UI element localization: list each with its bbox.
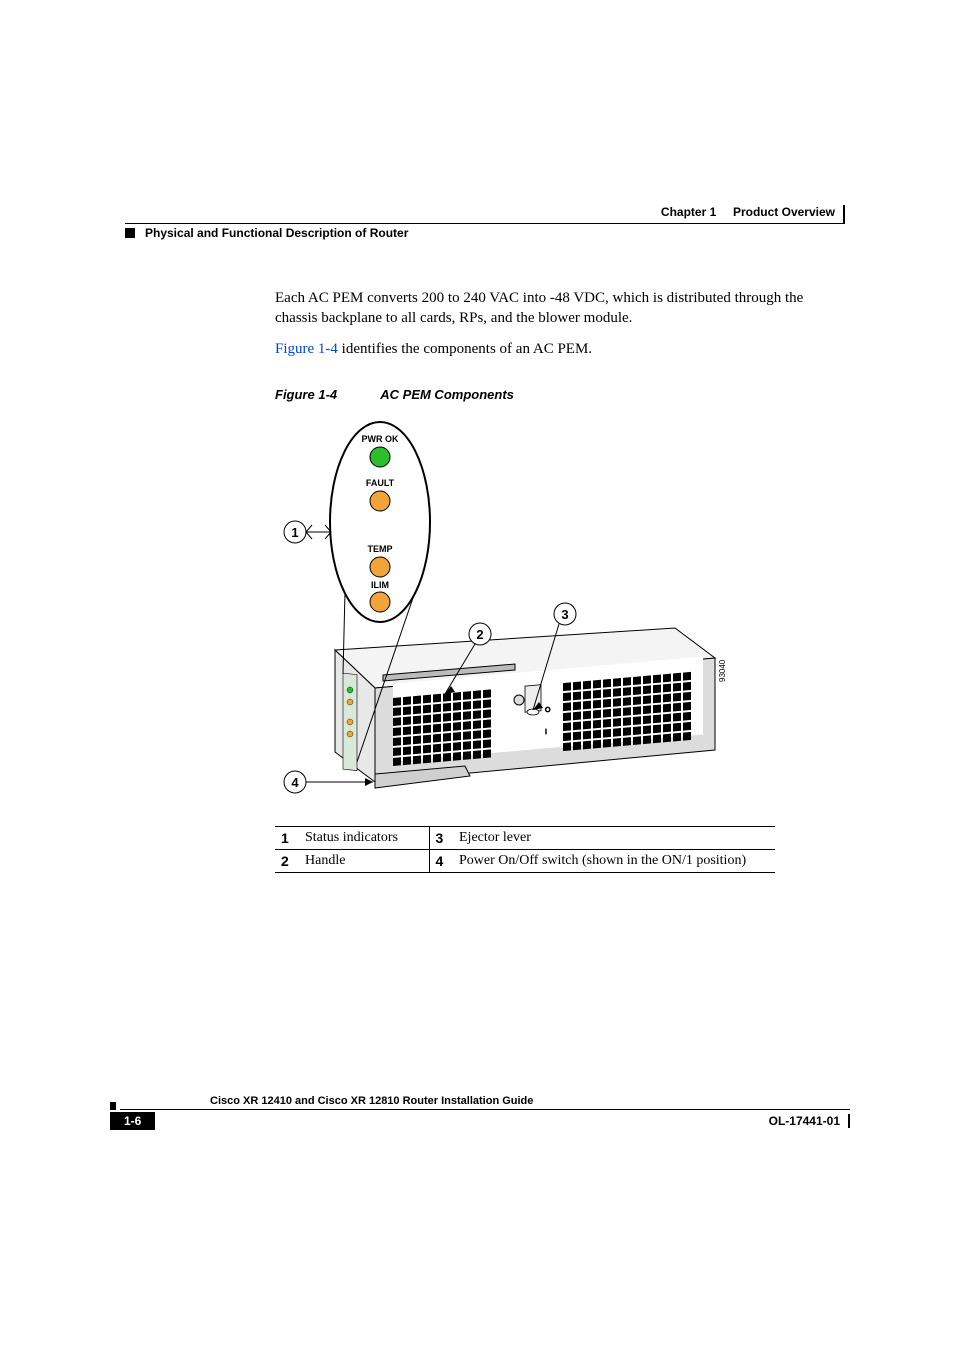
paragraph-2: Figure 1-4 identifies the components of … — [275, 339, 835, 359]
chapter-line: Chapter 1 Product Overview — [125, 205, 845, 223]
label-ilim: ILIM — [371, 580, 389, 590]
table-row: 2 Handle 4 Power On/Off switch (shown in… — [275, 849, 775, 872]
callout-3: 3 — [561, 607, 568, 622]
table-row: 1 Status indicators 3 Ejector lever — [275, 826, 775, 849]
document-number: OL-17441-01 — [769, 1114, 850, 1128]
callout-2: 2 — [476, 627, 483, 642]
paragraph-2-rest: identifies the components of an AC PEM. — [338, 341, 592, 357]
callout-desc: Power On/Off switch (shown in the ON/1 p… — [453, 849, 775, 872]
label-pwr-ok: PWR OK — [362, 434, 399, 444]
callout-desc: Handle — [299, 849, 429, 872]
callout-num: 3 — [429, 826, 453, 849]
paragraph-1: Each AC PEM converts 200 to 240 VAC into… — [275, 288, 835, 329]
section-title: Physical and Functional Description of R… — [145, 226, 408, 240]
guide-title: Cisco XR 12410 and Cisco XR 12810 Router… — [120, 1095, 850, 1110]
figure-caption: Figure 1-4 AC PEM Components — [275, 387, 835, 402]
callout-num: 2 — [275, 849, 299, 872]
section-line: Physical and Functional Description of R… — [125, 223, 845, 240]
callout-table: 1 Status indicators 3 Ejector lever 2 Ha… — [275, 826, 775, 873]
callout-num: 1 — [275, 826, 299, 849]
callout-desc: Status indicators — [299, 826, 429, 849]
callout-4: 4 — [291, 775, 299, 790]
running-footer: Cisco XR 12410 and Cisco XR 12810 Router… — [110, 1095, 850, 1130]
callout-num: 4 — [429, 849, 453, 872]
ac-pem-diagram-svg: O I PWR OK FAULT TEMP ILIM — [275, 412, 735, 808]
page-number: 1-6 — [110, 1112, 155, 1130]
callout-1: 1 — [291, 525, 298, 540]
figure-id: 93040 — [718, 659, 727, 682]
label-temp: TEMP — [367, 544, 392, 554]
body-area: Each AC PEM converts 200 to 240 VAC into… — [275, 288, 835, 873]
chapter-label: Chapter 1 — [661, 205, 716, 219]
label-fault: FAULT — [366, 478, 395, 488]
figure-number: Figure 1-4 — [275, 387, 337, 402]
page: Chapter 1 Product Overview Physical and … — [0, 0, 954, 1351]
figure-diagram: O I PWR OK FAULT TEMP ILIM — [275, 412, 735, 808]
svg-text:O: O — [545, 707, 551, 714]
running-header: Chapter 1 Product Overview Physical and … — [125, 205, 845, 240]
footer-mark-icon — [110, 1102, 116, 1110]
callout-desc: Ejector lever — [453, 826, 775, 849]
chapter-title: Product Overview — [733, 205, 835, 219]
figure-title: AC PEM Components — [380, 387, 514, 402]
svg-text:I: I — [545, 729, 547, 736]
figure-reference-link[interactable]: Figure 1-4 — [275, 341, 338, 357]
